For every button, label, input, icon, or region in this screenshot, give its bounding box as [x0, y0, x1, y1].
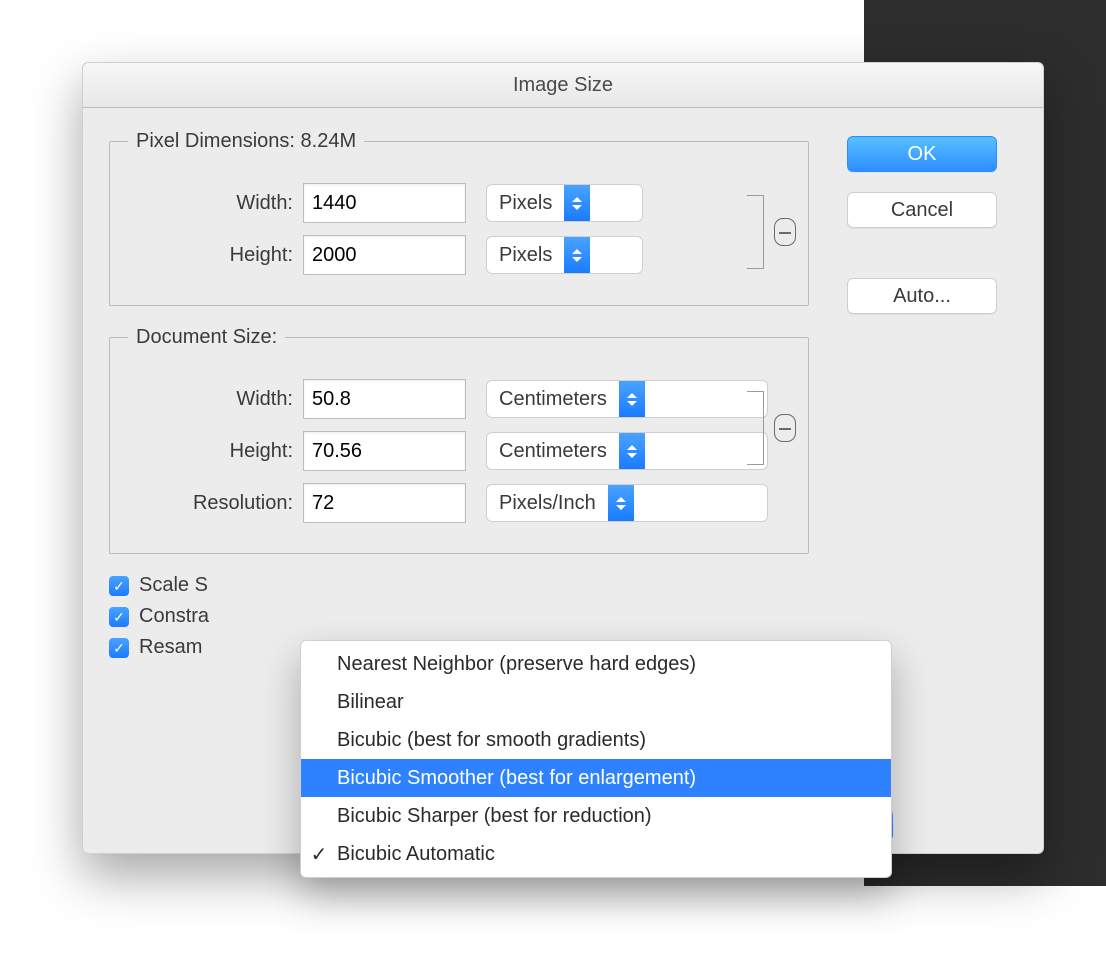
doc-height-input[interactable] [303, 431, 466, 471]
bracket-icon [747, 195, 764, 269]
scale-styles-label: Scale S [139, 574, 208, 597]
menu-item-label: Bicubic Automatic [337, 843, 495, 866]
pixel-width-label: Width: [128, 192, 303, 215]
bracket-icon [747, 391, 764, 465]
pixel-link-indicator [747, 177, 796, 287]
pixel-height-input[interactable] [303, 235, 466, 275]
doc-width-input[interactable] [303, 379, 466, 419]
pixel-dimensions-size: 8.24M [301, 130, 357, 152]
dialog-title: Image Size [83, 63, 1043, 108]
resolution-input[interactable] [303, 483, 466, 523]
pixel-dimensions-legend: Pixel Dimensions: 8.24M [128, 130, 364, 153]
resample-menu-item[interactable]: Bicubic (best for smooth gradients) [301, 721, 891, 759]
resample-label: Resam [139, 636, 202, 659]
updown-icon [564, 185, 590, 221]
chain-link-icon[interactable] [774, 414, 796, 442]
ok-button[interactable]: OK [847, 136, 997, 172]
document-size-group: Document Size: Width: Centimeters Height… [109, 326, 809, 554]
updown-icon [619, 381, 645, 417]
auto-button[interactable]: Auto... [847, 278, 997, 314]
cancel-button[interactable]: Cancel [847, 192, 997, 228]
menu-item-label: Bicubic Smoother (best for enlargement) [337, 767, 696, 790]
pixel-width-input[interactable] [303, 183, 466, 223]
resolution-label: Resolution: [128, 492, 303, 515]
resolution-unit-select[interactable]: Pixels/Inch [486, 484, 768, 522]
menu-item-label: Bicubic Sharper (best for reduction) [337, 805, 652, 828]
checkmark-icon: ✓ [109, 576, 129, 596]
resample-menu-item[interactable]: ✓Bicubic Automatic [301, 835, 891, 873]
updown-icon [564, 237, 590, 273]
doc-link-indicator [747, 373, 796, 483]
menu-item-label: Bilinear [337, 691, 404, 714]
updown-icon [619, 433, 645, 469]
document-size-legend: Document Size: [128, 326, 285, 349]
doc-height-label: Height: [128, 440, 303, 463]
doc-height-unit-select[interactable]: Centimeters [486, 432, 768, 470]
menu-checkmark-icon: ✓ [301, 842, 337, 867]
scale-styles-checkbox[interactable]: ✓ Scale S [109, 574, 809, 597]
updown-icon [608, 485, 634, 521]
pixel-height-unit-select[interactable]: Pixels [486, 236, 643, 274]
constrain-label: Constra [139, 605, 209, 628]
resolution-unit-value: Pixels/Inch [487, 492, 608, 515]
doc-width-unit-select[interactable]: Centimeters [486, 380, 768, 418]
checkmark-icon: ✓ [109, 638, 129, 658]
menu-item-label: Bicubic (best for smooth gradients) [337, 729, 646, 752]
resample-method-menu: Nearest Neighbor (preserve hard edges) Bi… [300, 640, 892, 878]
doc-width-label: Width: [128, 388, 303, 411]
resample-menu-item[interactable]: Bilinear [301, 683, 891, 721]
doc-width-unit-value: Centimeters [487, 388, 619, 411]
chain-link-icon[interactable] [774, 218, 796, 246]
pixel-height-label: Height: [128, 244, 303, 267]
pixel-dimensions-legend-prefix: Pixel Dimensions: [136, 130, 301, 152]
constrain-proportions-checkbox[interactable]: ✓ Constra [109, 605, 809, 628]
doc-height-unit-value: Centimeters [487, 440, 619, 463]
resample-menu-item[interactable]: Bicubic Sharper (best for reduction) [301, 797, 891, 835]
pixel-dimensions-group: Pixel Dimensions: 8.24M Width: Pixels He… [109, 130, 809, 306]
resample-menu-item[interactable]: Bicubic Smoother (best for enlargement) [301, 759, 891, 797]
pixel-width-unit-select[interactable]: Pixels [486, 184, 643, 222]
menu-item-label: Nearest Neighbor (preserve hard edges) [337, 653, 696, 676]
pixel-height-unit-value: Pixels [487, 244, 564, 267]
resample-menu-item[interactable]: Nearest Neighbor (preserve hard edges) [301, 645, 891, 683]
checkmark-icon: ✓ [109, 607, 129, 627]
pixel-width-unit-value: Pixels [487, 192, 564, 215]
